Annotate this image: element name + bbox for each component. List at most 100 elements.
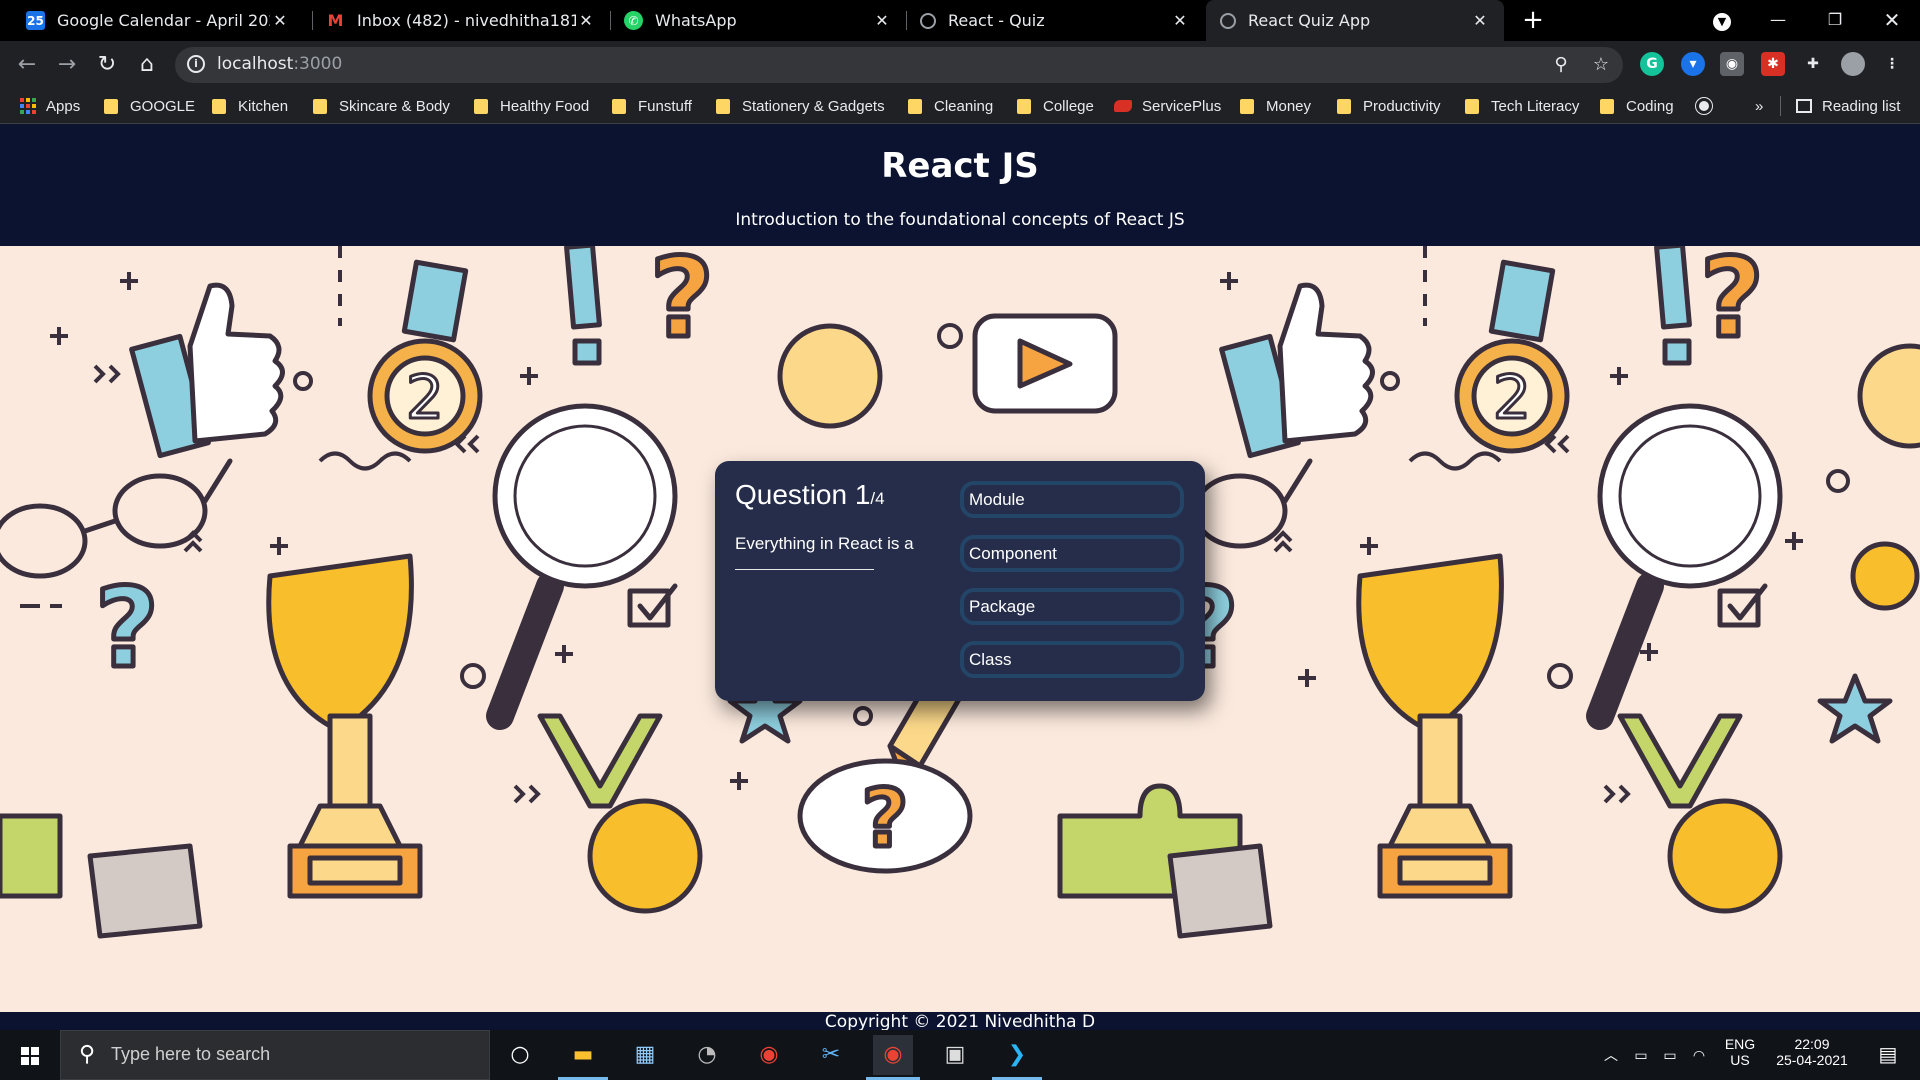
home-icon[interactable]: ⌂ [131, 49, 163, 81]
calculator-icon[interactable]: ▦ [625, 1035, 665, 1075]
question-text: Everything in React is a [735, 534, 914, 553]
forward-icon[interactable]: → [51, 49, 83, 81]
bookmark-funstuff[interactable]: Funstuff [612, 95, 692, 117]
zoom-icon[interactable]: ⚲ [1549, 53, 1573, 77]
search-icon: ⚲ [79, 1042, 96, 1067]
start-button[interactable] [0, 1030, 60, 1080]
close-icon[interactable]: ✕ [270, 11, 290, 30]
new-tab-icon[interactable]: + [1518, 6, 1548, 36]
language-indicator[interactable]: ENG US [1720, 1030, 1760, 1080]
bookmark-star-icon[interactable]: ☆ [1589, 53, 1613, 77]
back-icon[interactable]: ← [11, 49, 43, 81]
bookmark-label: Coding [1626, 97, 1674, 115]
bookmark-label: Funstuff [638, 97, 692, 115]
extension-dropdown-icon[interactable]: ▾ [1681, 52, 1705, 76]
bookmark-serviceplus[interactable]: ServicePlus [1114, 95, 1221, 117]
bookmarks-overflow-icon[interactable]: » [1755, 95, 1763, 117]
answer-button-module[interactable]: Module [960, 481, 1184, 518]
site-info-icon[interactable]: i [187, 55, 205, 73]
globe-icon [1695, 97, 1713, 115]
bookmark-kitchen[interactable]: Kitchen [212, 95, 288, 117]
windows-taskbar: ⚲ Type here to search ○ ▬ ▦ ◔ ◉ ✂ ◉ ▣ ❯ … [0, 1030, 1920, 1080]
wifi-icon[interactable]: ◠ [1686, 1030, 1712, 1080]
folder-icon [474, 98, 488, 114]
tab-title: Inbox (482) - nivedhitha18104@ [357, 11, 576, 30]
bookmark-cleaning[interactable]: Cleaning [908, 95, 993, 117]
folder-icon [104, 98, 118, 114]
menu-kebab-icon[interactable]: ⋮ [1880, 52, 1904, 76]
folder-icon [313, 98, 327, 114]
extensions-puzzle-icon[interactable]: ✚ [1801, 52, 1825, 76]
notifications-icon[interactable]: ▤ [1868, 1030, 1908, 1080]
terminal-icon[interactable]: ▣ [935, 1035, 975, 1075]
bookmark-label: Cleaning [934, 97, 994, 115]
globe-icon [1220, 12, 1236, 29]
answer-button-component[interactable]: Component [960, 535, 1184, 572]
url-host: localhost [217, 54, 294, 74]
bookmark-google[interactable]: GOOGLE [104, 95, 195, 117]
restore-icon[interactable]: ❐ [1805, 0, 1865, 41]
close-icon[interactable]: ✕ [1470, 11, 1490, 30]
file-explorer-icon[interactable]: ▬ [563, 1035, 603, 1075]
meet-now-icon[interactable]: ▭ [1628, 1030, 1654, 1080]
snipping-tool-icon[interactable]: ✂ [811, 1035, 851, 1075]
bookmark-money[interactable]: Money [1240, 95, 1311, 117]
tab-search-icon[interactable]: ▼ [1692, 0, 1752, 41]
reload-icon[interactable]: ↻ [91, 49, 123, 81]
bookmark-apps[interactable]: Apps [20, 95, 80, 117]
globe-icon [920, 12, 936, 29]
chrome-active-icon[interactable]: ◉ [873, 1035, 913, 1075]
url-text[interactable]: localhost:3000 [217, 54, 342, 74]
tab-gmail-inbox[interactable]: M Inbox (482) - nivedhitha18104@ ✕ [312, 0, 610, 41]
extension-red-icon[interactable]: ✱ [1761, 52, 1785, 76]
bookmark-college[interactable]: College [1017, 95, 1094, 117]
bookmark-skincare[interactable]: Skincare & Body [313, 95, 450, 117]
reading-list-button[interactable]: Reading list [1796, 95, 1900, 117]
clock[interactable]: 22:09 25-04-2021 [1762, 1030, 1862, 1080]
tab-react-quiz-app[interactable]: React Quiz App ✕ [1206, 0, 1504, 41]
chrome-icon[interactable]: ◉ [749, 1035, 789, 1075]
folder-icon [908, 98, 922, 114]
glasses-icon [0, 458, 233, 579]
bookmark-label: GOOGLE [130, 97, 196, 115]
answer-button-package[interactable]: Package [960, 588, 1184, 625]
clock-date: 25-04-2021 [1776, 1052, 1848, 1068]
gmail-icon: M [327, 11, 344, 30]
close-window-icon[interactable]: ✕ [1862, 0, 1920, 41]
clock-app-icon[interactable]: ◔ [687, 1035, 727, 1075]
address-bar[interactable]: i localhost:3000 ⚲ ☆ [175, 47, 1623, 83]
tab-title: Google Calendar - April 2021 [57, 11, 270, 30]
tab-whatsapp[interactable]: ✆ WhatsApp ✕ [610, 0, 906, 41]
question-heading: Question 1/4 [735, 479, 885, 511]
bookmark-healthy-food[interactable]: Healthy Food [474, 95, 589, 117]
bookmark-productivity[interactable]: Productivity [1337, 95, 1441, 117]
medal-icon: 2 [367, 259, 483, 454]
camera-icon[interactable]: ◉ [1720, 52, 1744, 76]
tab-react-quiz[interactable]: React - Quiz ✕ [906, 0, 1204, 41]
battery-icon[interactable]: ▭ [1657, 1030, 1683, 1080]
grammarly-icon[interactable]: G [1640, 52, 1664, 76]
svg-text:?: ? [1700, 246, 1764, 362]
profile-avatar[interactable] [1841, 52, 1865, 76]
vscode-icon[interactable]: ❯ [997, 1035, 1037, 1075]
tab-title: React Quiz App [1248, 11, 1371, 30]
tray-chevron-icon[interactable]: ︿ [1598, 1030, 1624, 1080]
bookmark-coding[interactable]: Coding [1600, 95, 1674, 117]
language-code: ENG [1724, 1036, 1756, 1052]
taskbar-search-box[interactable]: ⚲ Type here to search [60, 1030, 490, 1080]
bookmark-tech-literacy[interactable]: Tech Literacy [1465, 95, 1579, 117]
close-icon[interactable]: ✕ [1170, 11, 1190, 30]
close-icon[interactable]: ✕ [872, 11, 892, 30]
calendar-icon: 25 [26, 11, 45, 30]
folder-icon [1240, 98, 1254, 114]
answer-button-class[interactable]: Class [960, 641, 1184, 678]
minimize-icon[interactable]: — [1748, 0, 1808, 41]
folder-icon [716, 98, 730, 114]
trophy-icon [266, 553, 423, 899]
bookmark-globe[interactable] [1695, 95, 1713, 117]
windows-logo-icon [21, 1047, 39, 1065]
task-view-icon[interactable]: ○ [500, 1035, 540, 1075]
close-icon[interactable]: ✕ [576, 11, 596, 30]
bookmark-stationery[interactable]: Stationery & Gadgets [716, 95, 885, 117]
tab-google-calendar[interactable]: 25 Google Calendar - April 2021 ✕ [12, 0, 304, 41]
